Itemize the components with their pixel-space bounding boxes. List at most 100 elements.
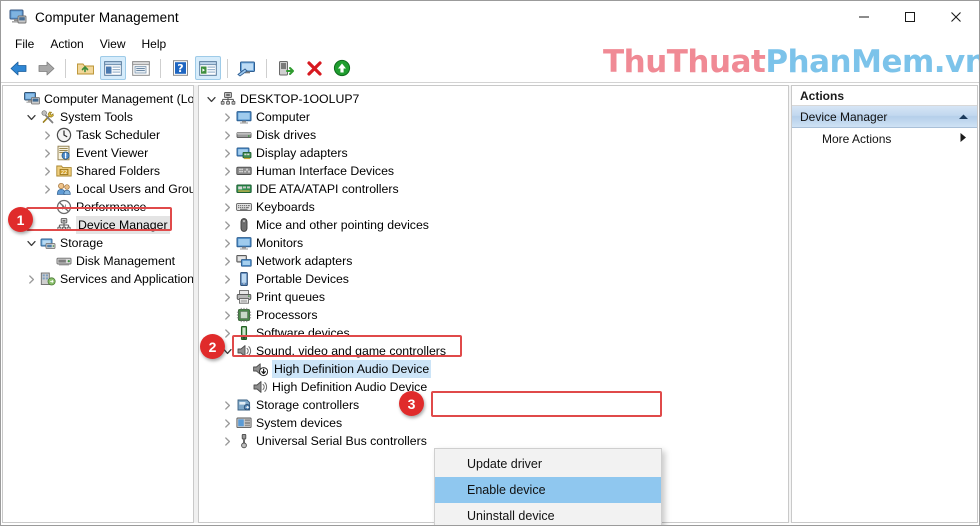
svg-text:?: ? — [177, 62, 183, 75]
device-tree-item-computer[interactable]: Computer — [199, 108, 788, 126]
chevron-right-icon[interactable] — [39, 162, 55, 180]
scan-hardware-changes-button[interactable] — [329, 56, 355, 80]
show-hide-console-tree-button[interactable] — [100, 56, 126, 80]
chevron-up-icon[interactable] — [958, 106, 969, 128]
chevron-right-icon[interactable] — [219, 144, 235, 162]
chevron-right-icon[interactable] — [219, 198, 235, 216]
chevron-right-icon[interactable] — [39, 180, 55, 198]
device-tree-item-network-adapters[interactable]: Network adapters — [199, 252, 788, 270]
mouse-icon — [235, 217, 253, 233]
chevron-right-icon[interactable] — [219, 288, 235, 306]
device-tree-item-mice-and-other-pointing-devices[interactable]: Mice and other pointing devices — [199, 216, 788, 234]
content-panes: Computer Management (Local System Tools Ta… — [1, 84, 979, 525]
left-tree-item-task-scheduler[interactable]: Task Scheduler — [3, 126, 193, 144]
chevron-down-icon[interactable] — [203, 90, 219, 108]
left-tree-item-label: Device Manager — [76, 216, 170, 234]
chevron-right-icon[interactable] — [219, 396, 235, 414]
device-tree-item-high-definition-audio-device[interactable]: High Definition Audio Device — [199, 360, 788, 378]
device-tree-item-storage-controllers[interactable]: Storage controllers — [199, 396, 788, 414]
left-tree-item-storage[interactable]: Storage — [3, 234, 193, 252]
device-tree-item-high-definition-audio-device[interactable]: High Definition Audio Device — [199, 378, 788, 396]
storage-controller-icon — [235, 397, 253, 413]
device-tree-item-label: IDE ATA/ATAPI controllers — [256, 182, 399, 196]
display-compat-button[interactable] — [234, 56, 260, 80]
device-tree-item-desktop-1oolup7[interactable]: DESKTOP-1OOLUP7 — [199, 90, 788, 108]
context-menu-item-update-driver[interactable]: Update driver — [435, 451, 661, 477]
menu-view[interactable]: View — [92, 35, 134, 53]
chevron-right-icon[interactable] — [219, 162, 235, 180]
chevron-right-icon[interactable] — [219, 126, 235, 144]
up-folder-button[interactable] — [72, 56, 98, 80]
device-tree-item-disk-drives[interactable]: Disk drives — [199, 126, 788, 144]
device-tree-item-monitors[interactable]: Monitors — [199, 234, 788, 252]
audio-device-disabled-icon — [251, 361, 269, 377]
tools-icon — [39, 109, 57, 125]
properties-button[interactable] — [128, 56, 154, 80]
left-tree-item-services-and-applications[interactable]: Services and Applications — [3, 270, 193, 288]
chevron-right-icon[interactable] — [219, 306, 235, 324]
device-tree-item-display-adapters[interactable]: Display adapters — [199, 144, 788, 162]
chevron-right-icon[interactable] — [219, 234, 235, 252]
toolbar-separator — [227, 58, 228, 78]
device-tree-item-print-queues[interactable]: Print queues — [199, 288, 788, 306]
left-tree-item-system-tools[interactable]: System Tools — [3, 108, 193, 126]
chevron-right-icon[interactable] — [219, 216, 235, 234]
device-tree-item-software-devices[interactable]: Software devices — [199, 324, 788, 342]
device-tree-item-system-devices[interactable]: System devices — [199, 414, 788, 432]
left-tree-item-disk-management[interactable]: Disk Management — [3, 252, 193, 270]
menu-help[interactable]: Help — [134, 35, 175, 53]
storage-icon — [39, 235, 57, 251]
maximize-button[interactable] — [887, 1, 933, 33]
chevron-right-icon[interactable] — [219, 432, 235, 450]
services-icon — [39, 271, 57, 287]
show-action-pane-button[interactable] — [195, 56, 221, 80]
left-tree-item-shared-folders[interactable]: 22 Shared Folders — [3, 162, 193, 180]
no-chevron — [7, 90, 23, 108]
computer-management-window: Computer Management File Action View Hel… — [0, 0, 980, 526]
menu-action[interactable]: Action — [42, 35, 91, 53]
chevron-right-icon[interactable] — [219, 414, 235, 432]
left-tree-item-local-users-and-groups[interactable]: Local Users and Groups — [3, 180, 193, 198]
chevron-down-icon[interactable] — [23, 234, 39, 252]
svg-text:N: N — [61, 204, 66, 212]
users-icon — [55, 181, 73, 197]
device-context-menu: Update driver Enable device Uninstall devi… — [434, 448, 662, 525]
device-tree-item-label: Processors — [256, 308, 318, 322]
chevron-right-icon[interactable] — [219, 270, 235, 288]
chevron-right-icon[interactable] — [219, 108, 235, 126]
menu-file[interactable]: File — [7, 35, 42, 53]
device-tree-item-ide-ata-atapi-controllers[interactable]: IDE ATA/ATAPI controllers — [199, 180, 788, 198]
back-button[interactable] — [5, 56, 31, 80]
context-menu-item-enable-device[interactable]: Enable device — [435, 477, 661, 503]
left-tree-item-computer-management-local[interactable]: Computer Management (Local — [3, 90, 193, 108]
update-driver-button[interactable] — [273, 56, 299, 80]
chevron-right-icon[interactable] — [23, 270, 39, 288]
forward-button[interactable] — [33, 56, 59, 80]
device-tree-item-processors[interactable]: Processors — [199, 306, 788, 324]
left-tree-item-event-viewer[interactable]: Event Viewer — [3, 144, 193, 162]
chevron-down-icon[interactable] — [23, 108, 39, 126]
minimize-button[interactable] — [841, 1, 887, 33]
uninstall-device-button[interactable] — [301, 56, 327, 80]
hid-icon — [235, 163, 253, 179]
actions-pane: Actions Device Manager More Actions — [791, 85, 978, 523]
no-chevron — [39, 252, 55, 270]
close-button[interactable] — [933, 1, 979, 33]
chevron-right-icon[interactable] — [39, 126, 55, 144]
actions-group-device-manager[interactable]: Device Manager — [792, 106, 977, 128]
device-tree-item-human-interface-devices[interactable]: Human Interface Devices — [199, 162, 788, 180]
title-bar: Computer Management — [1, 1, 979, 33]
device-tree-item-sound-video-and-game-controllers[interactable]: Sound, video and game controllers — [199, 342, 788, 360]
context-menu-item-uninstall-device[interactable]: Uninstall device — [435, 503, 661, 525]
chevron-right-icon[interactable] — [219, 252, 235, 270]
device-tree-item-portable-devices[interactable]: Portable Devices — [199, 270, 788, 288]
actions-item-more-actions[interactable]: More Actions — [792, 128, 977, 150]
menu-bar: File Action View Help — [1, 33, 979, 54]
chevron-right-icon[interactable] — [39, 144, 55, 162]
chevron-right-icon[interactable] — [219, 180, 235, 198]
device-tree-item-keyboards[interactable]: Keyboards — [199, 198, 788, 216]
device-tree-item-label: Print queues — [256, 290, 326, 304]
device-tree-item-label: Universal Serial Bus controllers — [256, 434, 427, 448]
console-tree-pane: Computer Management (Local System Tools Ta… — [2, 85, 194, 523]
help-button[interactable]: ? — [167, 56, 193, 80]
